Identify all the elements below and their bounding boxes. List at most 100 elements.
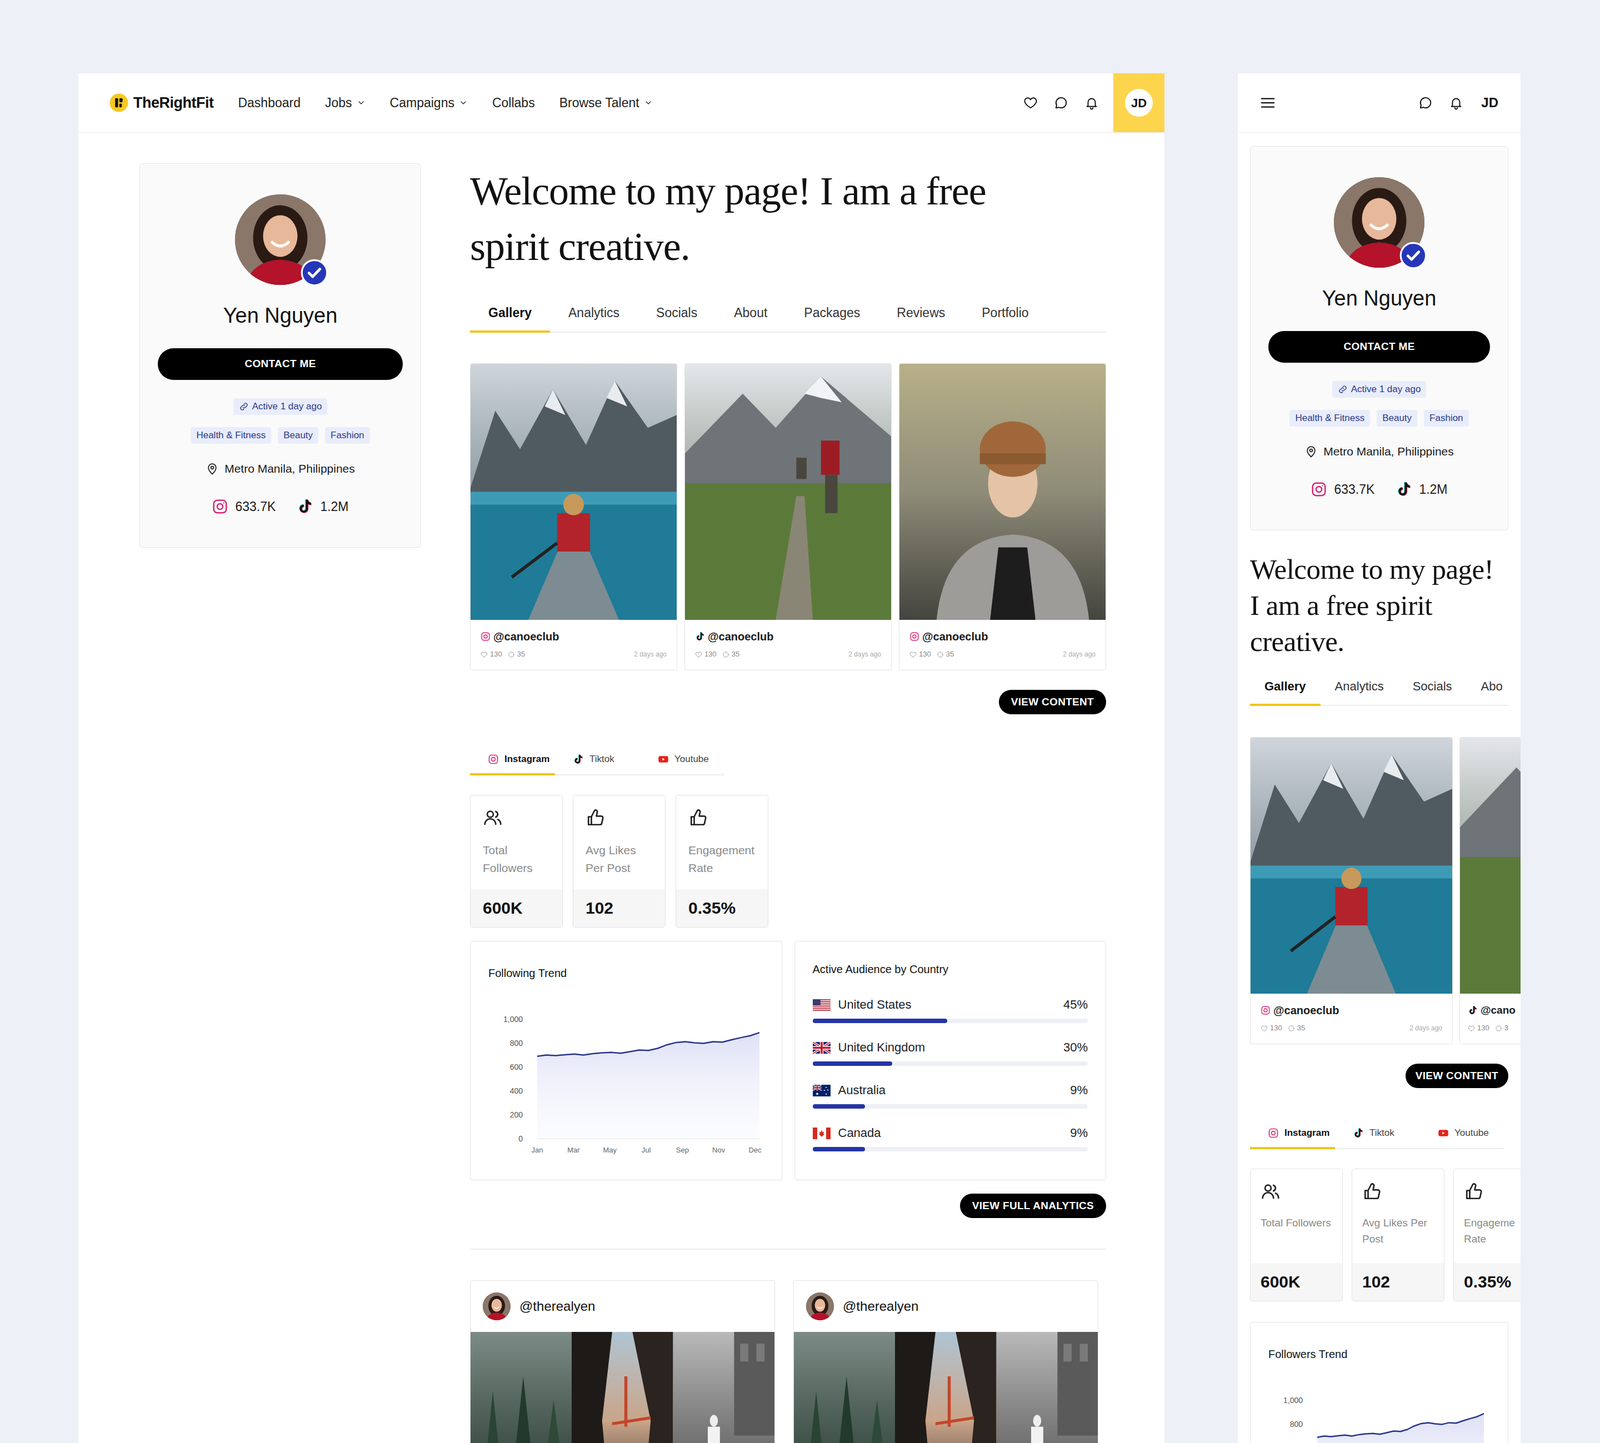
hamburger-menu-icon[interactable] bbox=[1259, 94, 1277, 112]
handle: @canoeclub bbox=[493, 630, 559, 644]
mobile-body: Yen NguyenCONTACT MEActive 1 day agoHeal… bbox=[1237, 132, 1521, 1443]
country-row: Australia9% bbox=[812, 1082, 1089, 1109]
user-menu[interactable]: JD bbox=[1113, 73, 1165, 133]
country-line: United Kingdom30% bbox=[812, 1039, 1089, 1057]
gallery-card[interactable]: @canoeclub130352 days ago bbox=[470, 363, 678, 671]
tab[interactable]: Gallery bbox=[1250, 673, 1321, 707]
view-content-button[interactable]: VIEW CONTENT bbox=[1405, 1063, 1509, 1089]
bell-icon[interactable] bbox=[1084, 95, 1099, 110]
platform-tab[interactable]: Youtube bbox=[640, 753, 725, 776]
follower-stat: 633.7K bbox=[211, 497, 276, 517]
photo bbox=[685, 363, 892, 620]
nav-item[interactable]: Browse Talent bbox=[559, 93, 653, 113]
tag-list: Health & FitnessBeautyFashion bbox=[1289, 410, 1469, 427]
metric-bottom: 102 bbox=[573, 889, 665, 928]
trend-line bbox=[1317, 1400, 1484, 1443]
instagram-icon bbox=[487, 753, 499, 765]
gallery-card[interactable]: @canoeclub130352 days ago bbox=[684, 363, 892, 671]
nav-item[interactable]: Jobs bbox=[325, 93, 366, 113]
flag-icon bbox=[812, 1042, 831, 1054]
handle-row: @canoeclub bbox=[695, 630, 882, 644]
nav-item[interactable]: Campaigns bbox=[390, 93, 468, 113]
view-content-button[interactable]: VIEW CONTENT bbox=[998, 690, 1107, 715]
nav-label: Campaigns bbox=[390, 93, 455, 113]
view-analytics-button[interactable]: VIEW FULL ANALYTICS bbox=[960, 1193, 1107, 1219]
contact-button[interactable]: CONTACT ME bbox=[1268, 331, 1490, 363]
tab[interactable]: Analytics bbox=[1320, 673, 1399, 707]
gallery-card[interactable]: @canoeclub130352 days ago bbox=[898, 363, 1107, 671]
trend-chart: 1,000800 bbox=[1268, 1393, 1490, 1443]
mobile-frame: JD Yen NguyenCONTACT MEActive 1 day agoHe… bbox=[1237, 73, 1521, 1443]
tab[interactable]: About bbox=[715, 299, 786, 333]
charts: Following Trend1,0008006004002000JanMarM… bbox=[470, 941, 1107, 1181]
thumbs-up-icon bbox=[688, 807, 709, 828]
tag: Beauty bbox=[277, 427, 319, 444]
bell-icon[interactable] bbox=[1448, 95, 1464, 110]
platform-tabs: Instagram TiktokYoutube bbox=[1250, 1127, 1505, 1150]
contact-button[interactable]: CONTACT ME bbox=[157, 348, 403, 380]
platform-tab[interactable]: Instagram bbox=[1250, 1127, 1335, 1150]
share-fill bbox=[812, 1061, 893, 1067]
stats-row: 1303 bbox=[1467, 1023, 1521, 1033]
verified-icon bbox=[1398, 241, 1428, 270]
comment-icon bbox=[507, 651, 515, 659]
share-track bbox=[812, 1061, 1089, 1067]
likes-count: 130 bbox=[1270, 1023, 1283, 1033]
platform-tab[interactable]: Tiktok bbox=[1335, 1127, 1420, 1150]
platform-tab-label: Instagram bbox=[1284, 1127, 1330, 1140]
metric-value: 102 bbox=[1362, 1271, 1434, 1294]
tab[interactable]: Socials bbox=[1398, 673, 1467, 707]
gallery-card[interactable]: @cano1303 bbox=[1459, 737, 1521, 1045]
nav-item[interactable]: Collabs bbox=[492, 93, 535, 113]
tab[interactable]: Packages bbox=[785, 299, 879, 333]
tab[interactable]: Reviews bbox=[878, 299, 964, 333]
chat-icon[interactable] bbox=[1418, 95, 1433, 110]
tab[interactable]: Abo bbox=[1466, 673, 1518, 707]
tab[interactable]: Gallery bbox=[470, 299, 550, 333]
logo[interactable]: TheRightFit bbox=[108, 91, 214, 115]
follower-count: 633.7K bbox=[1333, 480, 1375, 500]
metric-label: Total Followers bbox=[1260, 1215, 1333, 1232]
tab[interactable]: Socials bbox=[637, 299, 716, 333]
metric-card: Engagement Rate0.35% bbox=[675, 795, 769, 928]
tab[interactable]: Portfolio bbox=[963, 299, 1047, 333]
user-initials[interactable]: JD bbox=[1481, 92, 1499, 113]
youtube-icon bbox=[1437, 1127, 1449, 1139]
country-list: United States45%United Kingdom30%Austral… bbox=[812, 996, 1089, 1152]
platform-tab[interactable]: Youtube bbox=[1420, 1127, 1505, 1150]
metric-card: Total Followers600K bbox=[1250, 1168, 1343, 1302]
page-headline: Welcome to my page! I am a free spirit c… bbox=[1250, 551, 1509, 660]
flag-icon bbox=[812, 999, 831, 1012]
nav-item[interactable]: Dashboard bbox=[237, 93, 301, 113]
active-status: Active 1 day ago bbox=[252, 400, 323, 413]
thumbs-up-icon bbox=[585, 807, 606, 828]
post-images bbox=[793, 1332, 1098, 1443]
nav-label: Browse Talent bbox=[559, 93, 640, 113]
chat-icon[interactable] bbox=[1053, 95, 1069, 110]
photo-scene bbox=[793, 1332, 895, 1443]
photo-scene bbox=[1460, 737, 1521, 994]
handle: @canoeclub bbox=[707, 630, 774, 644]
country-name: United Kingdom bbox=[838, 1039, 926, 1057]
platform-tab[interactable]: Tiktok bbox=[555, 753, 640, 776]
post-time: 2 days ago bbox=[848, 650, 882, 659]
photo bbox=[673, 1332, 775, 1443]
tab[interactable]: Analytics bbox=[550, 299, 638, 333]
handle-row: @canoeclub bbox=[480, 630, 667, 644]
follower-stats: 633.7K1.2M bbox=[211, 497, 349, 517]
post-card[interactable]: @therealyen bbox=[470, 1280, 775, 1443]
post-time: 2 days ago bbox=[1062, 650, 1096, 659]
post-card[interactable]: @therealyen bbox=[793, 1280, 1099, 1443]
country-name: United States bbox=[838, 996, 912, 1014]
platform-tab[interactable]: Instagram bbox=[470, 753, 555, 776]
x-tick-label: Jul bbox=[641, 1146, 652, 1155]
gallery: @canoeclub130352 days ago@cano1303 bbox=[1250, 737, 1509, 1045]
header-actions: JD bbox=[1023, 73, 1165, 133]
post-header: @therealyen bbox=[470, 1281, 775, 1333]
x-tick-label: Dec bbox=[748, 1146, 762, 1155]
comments-count: 35 bbox=[517, 650, 525, 659]
flag-icon bbox=[812, 1127, 831, 1140]
gallery-card[interactable]: @canoeclub130352 days ago bbox=[1250, 737, 1453, 1045]
avatar-photo bbox=[482, 1292, 511, 1321]
heart-icon[interactable] bbox=[1023, 95, 1038, 110]
